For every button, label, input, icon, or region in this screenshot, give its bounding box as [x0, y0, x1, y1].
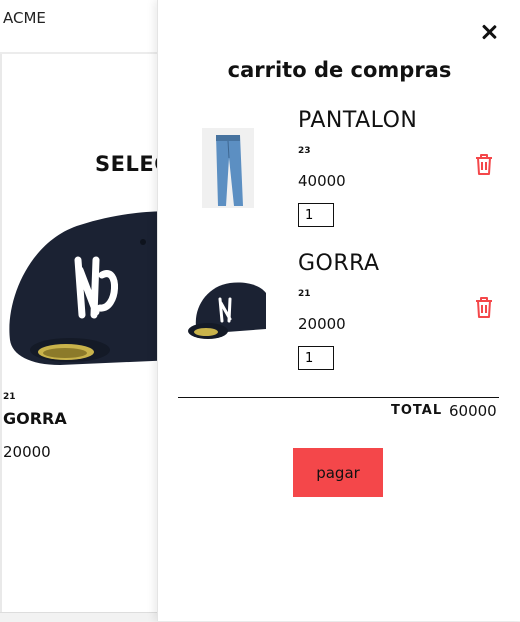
- trash-icon[interactable]: [473, 152, 495, 176]
- total-divider: [178, 397, 499, 398]
- cap-product-image[interactable]: [0, 200, 175, 380]
- cart-item-meta: 23: [298, 146, 311, 156]
- product-name: GORRA: [3, 409, 67, 428]
- cap-icon: [188, 282, 266, 339]
- cart-title: carrito de compras: [227, 58, 452, 82]
- cart-item-price: 20000: [298, 315, 346, 333]
- quantity-input[interactable]: [298, 346, 334, 370]
- cart-item: PANTALON 23 40000: [158, 108, 520, 248]
- cart-item: GORRA 21 20000: [158, 251, 520, 391]
- cart-item-meta: 21: [298, 289, 311, 299]
- cart-item-name: GORRA: [298, 251, 380, 276]
- trash-icon[interactable]: [473, 295, 495, 319]
- cart-drawer: carrito de compras PANTALON 23 40000 GOR…: [157, 0, 520, 621]
- cart-item-price: 40000: [298, 172, 346, 190]
- quantity-input[interactable]: [298, 203, 334, 227]
- product-meta: 21: [3, 392, 16, 402]
- brand-logo[interactable]: ACME: [3, 9, 46, 27]
- product-price: 20000: [3, 443, 51, 461]
- total-value: 60000: [449, 402, 497, 420]
- total-label: TOTAL: [391, 403, 443, 418]
- pay-button[interactable]: pagar: [293, 448, 383, 497]
- jeans-icon: [202, 128, 254, 208]
- close-icon[interactable]: [477, 20, 501, 44]
- cart-item-name: PANTALON: [298, 108, 418, 133]
